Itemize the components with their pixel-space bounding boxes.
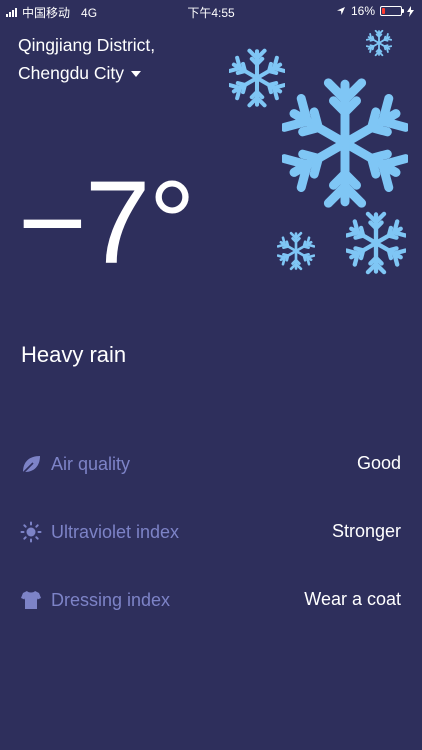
battery-icon <box>380 6 404 16</box>
battery-percent: 16% <box>350 4 375 18</box>
weather-condition: Heavy rain <box>21 342 127 367</box>
snowflake-icon-medium <box>229 48 285 108</box>
location-line-1: Qingjiang District, <box>18 35 156 55</box>
temperature-value: −7° <box>18 157 196 289</box>
index-value: Wear a coat <box>304 589 401 609</box>
location-line-2: Chengdu City <box>18 59 155 87</box>
sun-icon <box>20 521 42 543</box>
location-city: Chengdu City <box>18 63 125 83</box>
status-bar: 中国移动 4G 下午4:55 16% <box>0 0 422 22</box>
snowflake-icon-right <box>346 210 406 276</box>
index-label: Dressing index <box>51 590 171 610</box>
shirt-icon <box>21 591 41 609</box>
index-row-dressing: Dressing index Wear a coat <box>0 585 422 615</box>
index-row-ultraviolet: Ultraviolet index Stronger <box>0 517 422 547</box>
index-label: Air quality <box>51 454 131 474</box>
location-selector[interactable]: Qingjiang District, Chengdu City <box>18 31 155 87</box>
index-label: Ultraviolet index <box>51 522 180 542</box>
index-row-air-quality: Air quality Good <box>0 449 422 479</box>
index-value: Good <box>356 453 401 473</box>
location-arrow-icon <box>336 7 345 15</box>
snowflake-icon-left <box>277 230 315 272</box>
leaf-icon <box>22 456 40 474</box>
caret-down-icon[interactable] <box>131 71 142 78</box>
status-right: 16% <box>336 4 414 18</box>
snowflake-icon-large <box>282 72 408 214</box>
battery-fill <box>382 8 385 14</box>
snowflake-icon-small <box>366 29 392 57</box>
charging-icon <box>407 5 414 17</box>
index-value: Stronger <box>331 521 401 541</box>
